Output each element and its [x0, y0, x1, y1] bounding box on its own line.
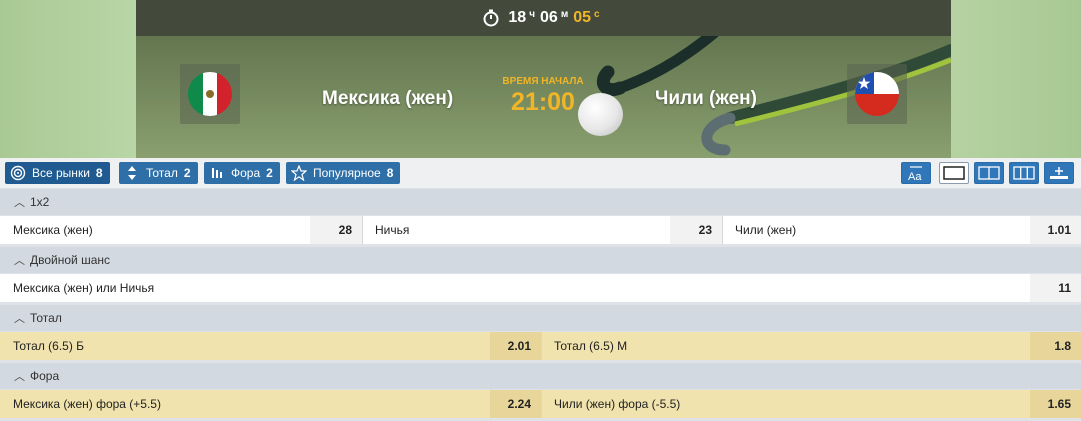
tab-popular[interactable]: Популярное 8: [286, 162, 401, 184]
collapse-icon: [1050, 167, 1068, 179]
chevron-up-icon: ︿: [14, 313, 25, 325]
market-row-double-chance: Мексика (жен) или Ничья 11: [0, 274, 1081, 302]
away-flag: [847, 64, 907, 124]
ball-icon: [578, 93, 623, 136]
one-column-icon: [943, 166, 965, 180]
tab-all-markets[interactable]: Все рынки 8: [5, 162, 110, 184]
timer-hours: 18: [508, 9, 527, 26]
timer-seconds-unit: с: [594, 8, 600, 20]
tab-count: 2: [183, 166, 191, 180]
font-size-icon: Aa: [908, 166, 922, 183]
tab-label: Тотал: [146, 166, 178, 180]
odd-total-under[interactable]: 1.8: [1030, 332, 1081, 360]
market-row-total: Тотал (6.5) Б 2.01 Тотал (6.5) М 1.8: [0, 332, 1081, 360]
team-home: Мексика (жен): [322, 88, 454, 109]
tab-label: Все рынки: [32, 166, 90, 180]
market-header-handicap[interactable]: ︿ Фора: [0, 363, 1081, 389]
stopwatch-icon: [483, 9, 499, 27]
tab-count: 2: [266, 166, 273, 180]
outcome-name: Чили (жен): [735, 223, 797, 237]
tab-label: Фора: [231, 166, 261, 180]
outcome-name: Мексика (жен): [13, 223, 93, 237]
chevron-up-icon: ︿: [14, 255, 25, 267]
odd-home[interactable]: 28: [310, 216, 362, 244]
target-icon: [10, 165, 26, 181]
outcome-handicap-home[interactable]: Мексика (жен) фора (+5.5): [0, 390, 490, 418]
market-title: Тотал: [30, 311, 62, 325]
outcome-home-or-draw[interactable]: Мексика (жен) или Ничья: [0, 274, 1030, 302]
tab-count: 8: [386, 166, 394, 180]
outcome-away[interactable]: Чили (жен): [722, 216, 1030, 244]
tab-count: 8: [95, 166, 103, 180]
view-one-column-button[interactable]: [939, 162, 969, 184]
tab-label: Популярное: [313, 166, 381, 180]
view-two-columns-button[interactable]: [974, 162, 1004, 184]
chile-flag-icon: [855, 72, 899, 116]
outcome-name: Чили (жен) фора (-5.5): [554, 397, 681, 411]
collapse-all-button[interactable]: [1044, 162, 1074, 184]
banner-grass-left: [0, 0, 136, 158]
timer-minutes: 06: [540, 9, 558, 26]
font-size-button[interactable]: Aa: [901, 162, 931, 184]
timer-seconds: 05: [573, 9, 592, 26]
market-title: 1х2: [30, 195, 50, 209]
chevron-up-icon: ︿: [14, 197, 25, 209]
odd-away[interactable]: 1.01: [1030, 216, 1081, 244]
outcome-name: Ничья: [375, 223, 410, 237]
market-filter-bar: Все рынки 8 Тотал 2 Фора 2 Популярное 8 …: [0, 158, 1081, 188]
chevron-up-icon: ︿: [14, 371, 25, 383]
tab-total[interactable]: Тотал 2: [119, 162, 198, 184]
countdown-timer: 18 ч 06 м 05 с: [136, 0, 951, 36]
odd-total-over[interactable]: 2.01: [490, 332, 541, 360]
home-flag: [180, 64, 240, 124]
three-columns-icon: [1013, 166, 1035, 180]
outcome-draw[interactable]: Ничья: [362, 216, 670, 244]
odd-handicap-home[interactable]: 2.24: [490, 390, 541, 418]
mexico-flag-icon: [188, 72, 232, 116]
outcome-name: Тотал (6.5) М: [554, 339, 628, 353]
banner-grass-right: [951, 0, 1081, 158]
updown-arrows-icon: [124, 165, 140, 181]
market-title: Фора: [30, 369, 60, 383]
tab-handicap[interactable]: Фора 2: [204, 162, 280, 184]
timer-hours-unit: ч: [529, 8, 536, 20]
market-title: Двойной шанс: [30, 253, 111, 267]
bars-icon: [209, 165, 225, 181]
outcome-name: Мексика (жен) фора (+5.5): [13, 397, 161, 411]
market-header-total[interactable]: ︿ Тотал: [0, 305, 1081, 331]
market-row-handicap: Мексика (жен) фора (+5.5) 2.24 Чили (жен…: [0, 390, 1081, 418]
view-three-columns-button[interactable]: [1009, 162, 1039, 184]
outcome-handicap-away[interactable]: Чили (жен) фора (-5.5): [541, 390, 1030, 418]
svg-text:Aa: Aa: [908, 171, 922, 183]
countdown-bar: 18 ч 06 м 05 с: [136, 0, 951, 36]
market-row-1x2: Мексика (жен) 28 Ничья 23 Чили (жен) 1.0…: [0, 216, 1081, 244]
start-time: 21:00: [511, 88, 575, 116]
outcome-total-over[interactable]: Тотал (6.5) Б: [0, 332, 490, 360]
market-header-1x2[interactable]: ︿ 1х2: [0, 189, 1081, 215]
odd-home-or-draw[interactable]: 11: [1030, 274, 1081, 302]
match-banner: 18 ч 06 м 05 с Мексика (жен) ВРЕМЯ НАЧАЛ…: [0, 0, 1081, 158]
market-header-double-chance[interactable]: ︿ Двойной шанс: [0, 247, 1081, 273]
odd-handicap-away[interactable]: 1.65: [1030, 390, 1081, 418]
outcome-total-under[interactable]: Тотал (6.5) М: [541, 332, 1030, 360]
start-time-label: ВРЕМЯ НАЧАЛА: [502, 76, 584, 87]
timer-minutes-unit: м: [560, 8, 569, 20]
two-columns-icon: [978, 166, 1000, 180]
outcome-name: Тотал (6.5) Б: [13, 339, 85, 353]
star-icon: [291, 165, 307, 181]
outcome-name: Мексика (жен) или Ничья: [13, 281, 155, 295]
team-away: Чили (жен): [655, 88, 757, 109]
odd-draw[interactable]: 23: [670, 216, 722, 244]
outcome-home[interactable]: Мексика (жен): [0, 216, 310, 244]
